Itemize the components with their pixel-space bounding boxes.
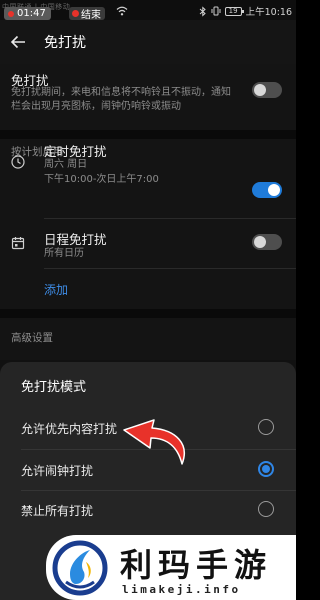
row-separator (44, 218, 296, 219)
call-indicator-icon (8, 10, 14, 17)
back-arrow-icon (10, 35, 25, 49)
status-bar: 中国联通 | 中国移动 01:47 结束 19 上午10:16 (0, 0, 296, 21)
call-time: 01:47 (17, 8, 46, 19)
calendar-dnd-toggle[interactable] (252, 234, 282, 250)
dnd-row[interactable]: 免打扰 免打扰期间，来电和信息将不响铃且不振动，通知栏会出现月亮图标，闹钟仍响铃… (0, 64, 296, 122)
watermark-url: limakeji.info (122, 583, 241, 596)
bluetooth-icon (199, 5, 206, 17)
battery-icon: 19 (224, 6, 244, 16)
option-block-all[interactable]: 禁止所有打扰 (0, 490, 296, 530)
page-title: 免打扰 (44, 35, 86, 51)
wifi-icon (116, 6, 128, 16)
calendar-icon (11, 237, 25, 250)
sheet-title: 免打扰模式 (21, 380, 87, 395)
app-bar: 免打扰 (0, 20, 296, 64)
add-schedule-link[interactable]: 添加 (44, 281, 68, 298)
watermark-logo-icon (52, 540, 108, 596)
section-divider (0, 130, 296, 139)
end-call-label: 结束 (81, 10, 101, 21)
section-divider (0, 309, 296, 318)
row-separator (44, 268, 296, 269)
annotation-arrow-icon (123, 419, 185, 465)
settings-content: 免打扰 免打扰期间，来电和信息将不响铃且不振动，通知栏会出现月亮图标，闹钟仍响铃… (0, 64, 296, 360)
battery-level: 19 (228, 6, 238, 15)
dnd-toggle[interactable] (252, 82, 282, 98)
vibrate-icon (211, 6, 221, 16)
timed-dnd-toggle[interactable] (252, 182, 282, 198)
advanced-section-label: 高级设置 (11, 332, 53, 344)
timed-dnd-days: 周六 周日 (44, 159, 88, 170)
timed-dnd-time-range: 下午10:00-次日上午7:00 (44, 174, 159, 185)
radio-priority[interactable] (258, 419, 274, 435)
radio-alarms[interactable] (258, 461, 274, 477)
end-call-button[interactable]: 结束 (69, 7, 105, 21)
back-button[interactable] (0, 20, 36, 64)
dnd-description: 免打扰期间，来电和信息将不响铃且不振动，通知栏会出现月亮图标，闹钟仍响铃或振动 (11, 87, 231, 112)
calendar-dnd-subtitle: 所有日历 (44, 248, 84, 259)
option-label: 允许优先内容打扰 (21, 422, 118, 436)
end-call-icon (72, 10, 79, 17)
option-label: 禁止所有打扰 (21, 504, 94, 518)
option-label: 允许闹钟打扰 (21, 464, 94, 478)
radio-block-all[interactable] (258, 501, 274, 517)
clock-icon (11, 155, 25, 169)
call-timer-pill[interactable]: 01:47 (4, 7, 51, 20)
watermark-name: 利玛手游 (120, 546, 273, 584)
status-clock: 上午10:16 (245, 7, 292, 18)
